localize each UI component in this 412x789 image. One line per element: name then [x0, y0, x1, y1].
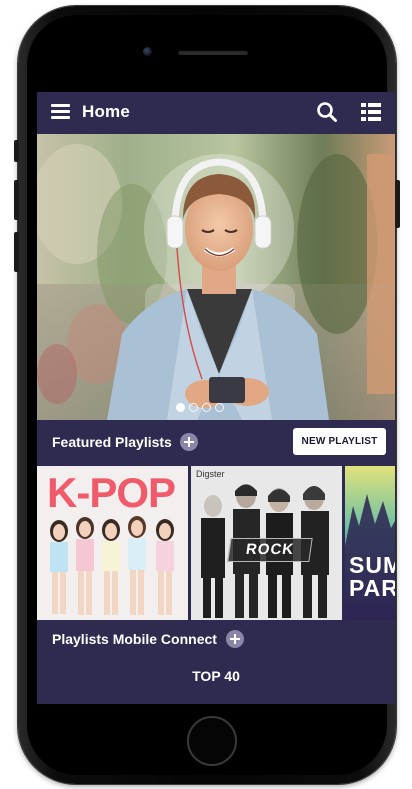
front-camera — [143, 47, 152, 56]
carousel-dot[interactable] — [189, 403, 198, 412]
home-button[interactable] — [187, 716, 237, 766]
summer-line-2: PAR — [349, 575, 395, 601]
earpiece-speaker — [178, 50, 248, 55]
hero-banner[interactable] — [37, 134, 395, 420]
featured-playlists-header: Featured Playlists NEW PLAYLIST — [37, 420, 395, 464]
playlist-carousel: K-POP Digster ROCK SUM PAR — [37, 466, 395, 620]
add-featured-icon[interactable] — [180, 433, 198, 451]
playlist-card-rock[interactable]: Digster ROCK — [191, 466, 342, 620]
kpop-cover-title: K-POP — [47, 469, 176, 516]
menu-icon[interactable] — [51, 104, 70, 120]
add-mobile-connect-icon[interactable] — [226, 630, 244, 648]
digster-brand: Digster — [196, 469, 225, 479]
carousel-dot[interactable] — [215, 403, 224, 412]
playlist-card-kpop[interactable]: K-POP — [37, 466, 188, 620]
rock-cover-title: ROCK — [227, 538, 313, 562]
app-bar: Home — [37, 92, 395, 134]
search-icon[interactable] — [316, 101, 338, 123]
carousel-dots — [176, 403, 224, 412]
carousel-dot[interactable] — [176, 403, 185, 412]
new-playlist-button[interactable]: NEW PLAYLIST — [293, 428, 386, 455]
mobile-connect-header: Playlists Mobile Connect — [37, 620, 395, 660]
volume-up-button — [14, 180, 19, 220]
mobile-connect-title: Playlists Mobile Connect — [52, 631, 217, 647]
page-title: Home — [82, 102, 131, 121]
power-button — [395, 180, 400, 228]
summer-line-1: SUM — [349, 552, 395, 578]
mute-switch — [14, 140, 19, 162]
playlist-card-summer-party[interactable]: SUM PAR — [345, 466, 395, 620]
volume-down-button — [14, 232, 19, 272]
hero-image — [37, 134, 395, 420]
summer-party-cover-title: SUM PAR — [349, 554, 395, 600]
top40-label[interactable]: TOP 40 — [37, 668, 395, 684]
featured-playlists-title: Featured Playlists — [52, 434, 172, 450]
list-view-icon[interactable] — [361, 103, 381, 121]
app-screen: Home Featured Playlists NEW PLAYLIST K-P… — [37, 92, 395, 704]
device-stage: Home Featured Playlists NEW PLAYLIST K-P… — [0, 0, 412, 789]
carousel-dot[interactable] — [202, 403, 211, 412]
